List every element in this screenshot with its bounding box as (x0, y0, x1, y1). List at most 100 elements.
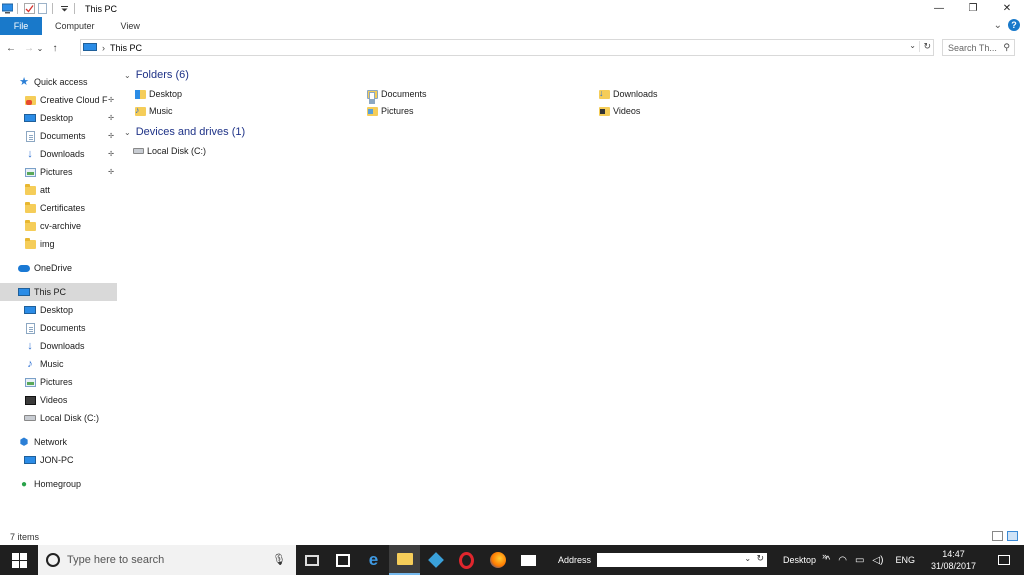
taskbar-search-box[interactable]: Type here to search 🎙 (38, 545, 296, 575)
sidebar-item-pc-music[interactable]: ♪ Music (0, 355, 117, 373)
details-view-icon[interactable] (992, 531, 1003, 541)
task-view-button[interactable] (296, 545, 327, 575)
address-toolbar-input[interactable]: ⌄ ↻ (597, 553, 768, 567)
music-icon: ♪ (27, 357, 33, 370)
sidebar-item-desktop[interactable]: Desktop ✢ (0, 109, 117, 127)
close-button[interactable]: ✕ (990, 0, 1024, 17)
wifi-icon[interactable]: ◠ (838, 555, 847, 566)
sidebar-item-downloads[interactable]: ↓ Downloads ✢ (0, 145, 117, 163)
downloads-icon: ↓ (27, 339, 33, 352)
sidebar-item-pc-desktop[interactable]: Desktop (0, 301, 117, 319)
customize-qat-icon[interactable] (59, 3, 70, 14)
sidebar-item-pc-videos[interactable]: Videos (0, 391, 117, 409)
store-button[interactable] (327, 545, 358, 575)
folder-icon (24, 201, 36, 214)
opera-button[interactable] (451, 545, 482, 575)
forward-button[interactable]: → (22, 40, 36, 56)
action-center-button[interactable] (984, 545, 1024, 575)
microphone-icon[interactable]: 🎙 (272, 553, 286, 566)
title-bar: This PC — ❐ ✕ (0, 0, 1024, 17)
folder-item-videos[interactable]: Videos (599, 104, 640, 118)
language-indicator[interactable]: ENG (895, 555, 915, 565)
sidebar-item-label: Certificates (40, 203, 86, 213)
collapse-icon[interactable]: ⌄ (124, 128, 131, 137)
firefox-button[interactable] (482, 545, 513, 575)
drive-item-local-disk[interactable]: Local Disk (C:) (133, 144, 206, 158)
qat-separator (17, 3, 18, 14)
properties-icon[interactable] (24, 3, 35, 14)
sidebar-item-network[interactable]: ⬢ Network (0, 433, 117, 451)
sidebar-item-label: Music (40, 359, 64, 369)
sidebar-item-onedrive[interactable]: OneDrive (0, 259, 117, 277)
sidebar-item-cv-archive[interactable]: cv-archive (0, 217, 117, 235)
this-pc-icon[interactable] (2, 3, 13, 14)
sidebar-item-quick-access[interactable]: ★ Quick access (0, 73, 117, 91)
sidebar-item-pictures[interactable]: Pictures ✢ (0, 163, 117, 181)
sidebar-item-label: Pictures (40, 167, 73, 177)
breadcrumb-separator[interactable]: › (102, 43, 105, 53)
sidebar-item-label: Downloads (40, 149, 85, 159)
sidebar-item-label: This PC (34, 287, 67, 297)
battery-icon[interactable]: ▭ (855, 555, 864, 566)
sidebar-item-this-pc[interactable]: This PC (0, 283, 117, 301)
new-folder-icon[interactable] (37, 3, 48, 14)
expand-ribbon-icon[interactable]: ⌄ (994, 20, 1002, 31)
address-bar[interactable]: › This PC ⌄ ↻ (80, 39, 934, 56)
sidebar-item-documents[interactable]: Documents ✢ (0, 127, 117, 145)
tab-computer[interactable]: Computer (42, 17, 108, 35)
address-dropdown-icon[interactable]: ⌄ (909, 41, 916, 50)
minimize-button[interactable]: — (922, 0, 956, 17)
sidebar-item-pc-local-disk[interactable]: Local Disk (C:) (0, 409, 117, 427)
folder-item-music[interactable]: Music (135, 104, 173, 118)
mail-button[interactable] (513, 545, 544, 575)
status-bar: 7 items (0, 528, 1024, 545)
tab-view[interactable]: View (108, 17, 153, 35)
clock[interactable]: 14:47 31/08/2017 (931, 548, 976, 572)
sidebar-item-att[interactable]: att (0, 181, 117, 199)
sidebar-item-pc-downloads[interactable]: ↓ Downloads (0, 337, 117, 355)
sidebar-item-certificates[interactable]: Certificates (0, 199, 117, 217)
desktop-toolbar-label[interactable]: Desktop (783, 555, 816, 565)
show-hidden-icons-button[interactable]: ^ (826, 555, 831, 566)
edge-button[interactable]: e (358, 545, 389, 575)
start-button[interactable] (0, 545, 38, 575)
sidebar-item-creative-cloud[interactable]: Creative Cloud F ✢ (0, 91, 117, 109)
large-icons-view-icon[interactable] (1007, 531, 1018, 541)
dropbox-button[interactable] (420, 545, 451, 575)
sidebar-item-pc-documents[interactable]: Documents (0, 319, 117, 337)
search-box[interactable]: Search Th... ⚲ (942, 39, 1015, 56)
address-toolbar-refresh-icon[interactable]: ↻ (756, 553, 764, 564)
sidebar-item-jon-pc[interactable]: JON-PC (0, 451, 117, 469)
folder-item-pictures[interactable]: Pictures (367, 104, 414, 118)
file-explorer-button[interactable] (389, 545, 420, 575)
pictures-folder-icon (367, 106, 378, 117)
folder-item-documents[interactable]: Documents (367, 87, 427, 101)
collapse-icon[interactable]: ⌄ (124, 71, 131, 80)
computer-icon (24, 455, 36, 466)
taskbar-search-placeholder: Type here to search (67, 554, 165, 566)
pin-icon: ✢ (108, 97, 114, 104)
speaker-icon[interactable]: ◁) (872, 555, 883, 566)
group-header-devices[interactable]: ⌄ Devices and drives (1) (124, 125, 245, 139)
sidebar-item-pc-pictures[interactable]: Pictures (0, 373, 117, 391)
folder-item-downloads[interactable]: Downloads (599, 87, 658, 101)
recent-locations-button[interactable]: ⌄ (36, 40, 44, 56)
up-button[interactable]: ↑ (48, 40, 62, 56)
sidebar-item-homegroup[interactable]: ● Homegroup (0, 475, 117, 493)
tab-file[interactable]: File (0, 17, 42, 35)
store-icon (335, 553, 350, 567)
refresh-icon[interactable]: ↻ (919, 41, 931, 52)
folder-item-desktop[interactable]: Desktop (135, 87, 182, 101)
search-icon[interactable]: ⚲ (1003, 42, 1010, 53)
back-button[interactable]: ← (4, 40, 18, 56)
breadcrumb-this-pc[interactable]: This PC (110, 43, 142, 53)
firefox-icon (489, 552, 506, 568)
help-icon[interactable]: ? (1008, 19, 1020, 31)
maximize-button[interactable]: ❐ (956, 0, 990, 17)
desktop-icon (24, 305, 36, 316)
address-toolbar-dropdown-icon[interactable]: ⌄ (744, 554, 751, 563)
qat-separator (74, 3, 75, 14)
sidebar-item-img[interactable]: img (0, 235, 117, 253)
group-header-folders[interactable]: ⌄ Folders (6) (124, 68, 189, 82)
group-header-label: Folders (6) (135, 69, 189, 81)
